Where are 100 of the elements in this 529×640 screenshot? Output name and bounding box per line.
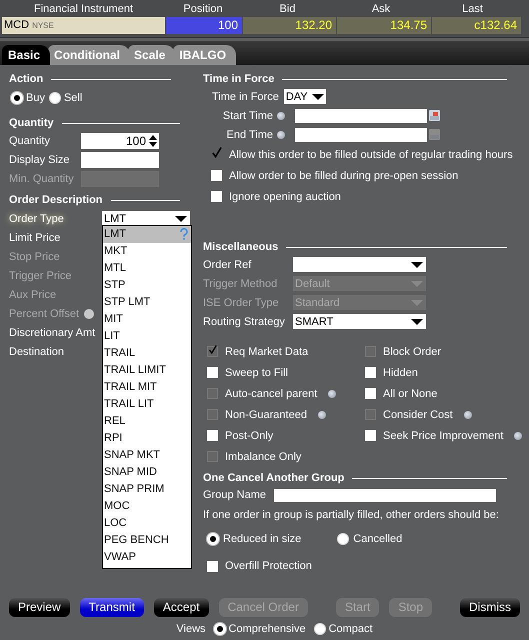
field-label: Start Time: [222, 110, 273, 122]
radio-button[interactable]: [48, 92, 61, 104]
tab[interactable]: Basic: [2, 45, 50, 65]
input-field[interactable]: [295, 128, 427, 142]
symbol-text: MCD: [4, 18, 30, 33]
views-label: Views: [176, 623, 206, 635]
dropdown-option[interactable]: MTL: [103, 260, 191, 277]
quantity-spinner[interactable]: 100: [81, 132, 159, 148]
section-title: Time in Force: [203, 73, 274, 85]
checkbox[interactable]: [211, 149, 222, 160]
dropdown-option[interactable]: SNAP MID: [103, 464, 191, 481]
button[interactable]: Preview: [8, 598, 70, 616]
checkbox-label: Auto-cancel parent: [225, 388, 318, 400]
dropdown-option[interactable]: MOC: [103, 498, 191, 515]
checkbox-label: Non-Guaranteed: [225, 408, 307, 420]
field-label: Min. Quantity: [9, 172, 75, 184]
dropdown-option[interactable]: MIT: [103, 311, 191, 328]
radio-button[interactable]: [314, 623, 326, 635]
spinner-arrows-icon[interactable]: [149, 134, 157, 146]
caret-icon: [411, 300, 423, 306]
checkbox-label: Seek Price Improvement: [383, 430, 504, 442]
dropdown-option[interactable]: STP LMT: [103, 294, 191, 311]
button[interactable]: Accept: [154, 598, 209, 616]
order-type-dropdown[interactable]: LMT: [102, 211, 190, 226]
column-header: Financial Instrument: [32, 2, 134, 17]
button[interactable]: Dismiss: [460, 598, 520, 616]
column-header: Ask: [370, 2, 392, 17]
dropdown-option[interactable]: LMT: [103, 226, 191, 243]
radio-label: Cancelled: [353, 533, 402, 545]
ask-cell: 134.75: [337, 17, 431, 34]
checkbox[interactable]: [207, 430, 218, 441]
radio-label: Compact: [328, 623, 373, 635]
dropdown-option[interactable]: REL: [103, 413, 191, 430]
field-label: Routing Strategy: [203, 316, 286, 328]
checkbox-label: Block Order: [383, 346, 442, 358]
checkbox[interactable]: [365, 367, 376, 378]
checkbox[interactable]: [207, 367, 218, 378]
exchange-text: NYSE: [32, 20, 54, 32]
caret-icon: [411, 262, 423, 268]
calendar-icon[interactable]: [429, 110, 440, 121]
dropdown-option[interactable]: LIT: [103, 328, 191, 345]
dropdown-option[interactable]: TRAIL: [103, 345, 191, 362]
info-icon[interactable]: [277, 130, 285, 138]
caret-icon: [312, 94, 324, 100]
input-field[interactable]: [274, 488, 496, 502]
dropdown-option[interactable]: TRAIL LIT: [103, 396, 191, 413]
column-header: Last: [461, 2, 484, 17]
section-title: Quantity: [9, 117, 54, 129]
radio-label: Comprehensive: [228, 623, 306, 635]
checkbox-label: Allow this order to be filled outside of regular trading hours: [229, 148, 513, 160]
input-field[interactable]: [295, 108, 427, 122]
dropdown-option[interactable]: PEG BENCH: [103, 532, 191, 549]
dropdown-option[interactable]: STP: [103, 277, 191, 294]
checkbox-label: Req Market Data: [225, 346, 308, 358]
input-field[interactable]: [81, 152, 159, 168]
dropdown-option[interactable]: TRAIL MIT: [103, 379, 191, 396]
checkbox[interactable]: [365, 388, 376, 399]
dropdown-option[interactable]: VWAP: [103, 549, 191, 566]
field-label: Order Type: [9, 212, 65, 224]
field-label: Discretionary Amt: [9, 326, 96, 338]
checkbox-label: Hidden: [383, 366, 418, 378]
radio-label: Buy: [26, 92, 45, 104]
dropdown-option[interactable]: TRAIL LIMIT: [103, 362, 191, 379]
radio-button[interactable]: [337, 533, 350, 545]
position-cell: 100: [166, 17, 242, 34]
column-header: Position: [182, 2, 224, 17]
section-title: One Cancel Another Group: [203, 472, 344, 484]
field-label: Stop Price: [9, 250, 61, 262]
dropdown-option[interactable]: MKT: [103, 243, 191, 260]
field-label: Limit Price: [9, 232, 62, 244]
checkbox[interactable]: [211, 170, 222, 181]
caret-icon: [411, 280, 423, 286]
info-icon[interactable]: [514, 432, 522, 440]
button[interactable]: Transmit: [80, 598, 144, 616]
checkbox-label: Consider Cost: [383, 408, 453, 420]
field-label: End Time: [226, 128, 273, 140]
dropdown-option[interactable]: SNAP PRIM: [103, 481, 191, 498]
radio-label: Sell: [64, 92, 82, 104]
time-in-force-dropdown[interactable]: DAY: [284, 89, 326, 104]
bid-cell: 132.20: [243, 17, 336, 34]
checkbox-label: Overfill Protection: [225, 560, 312, 572]
last-cell: c132.64: [432, 17, 521, 34]
dropdown-option[interactable]: RPI: [103, 430, 191, 447]
field-label: Display Size: [9, 154, 71, 166]
section-title: Order Description: [9, 194, 103, 206]
dropdown-option[interactable]: LOC: [103, 515, 191, 532]
field-label: Percent Offset: [9, 308, 80, 320]
field-label: Quantity: [9, 134, 51, 146]
info-icon[interactable]: [277, 112, 285, 120]
checkbox-label: Allow order to be filled during pre-open session: [229, 170, 458, 182]
checkbox[interactable]: [365, 430, 376, 441]
field-label: Group Name: [203, 489, 266, 501]
field-label: Order Ref: [203, 258, 252, 270]
field-label: Trigger Price: [9, 270, 73, 282]
checkbox-label: Post-Only: [225, 430, 274, 442]
dropdown[interactable]: SMART: [293, 314, 426, 329]
dropdown-option[interactable]: SNAP MKT: [103, 447, 191, 464]
checkbox[interactable]: [211, 191, 222, 202]
checkbox-label: All or None: [383, 388, 438, 400]
checkbox[interactable]: [207, 560, 218, 572]
